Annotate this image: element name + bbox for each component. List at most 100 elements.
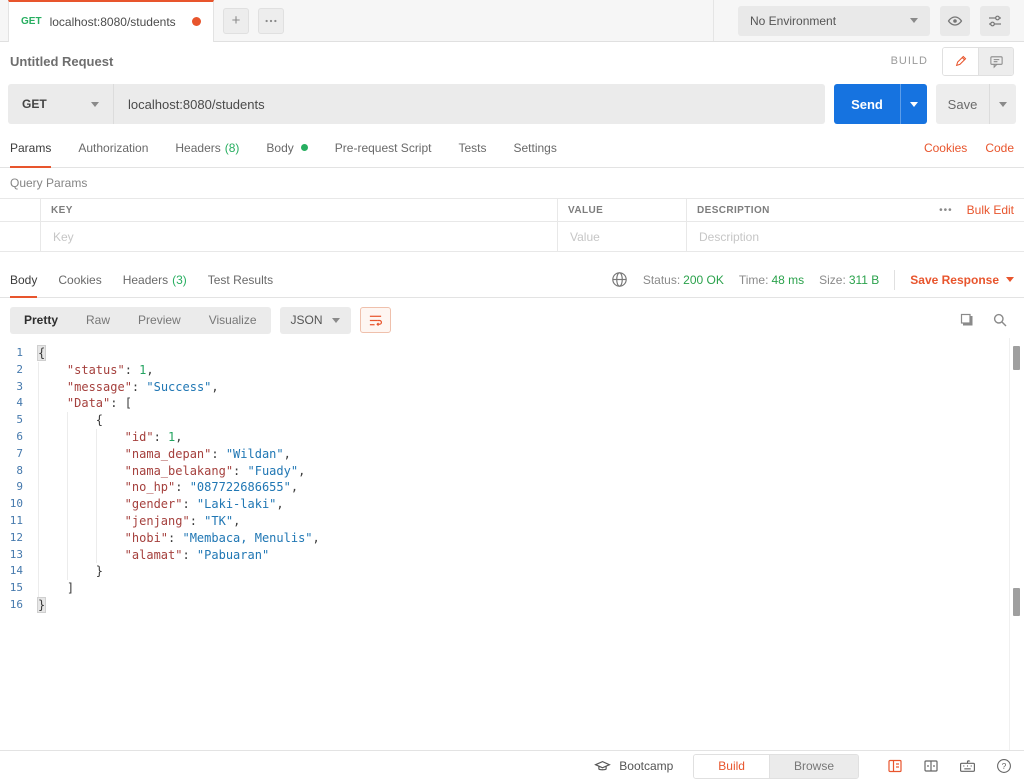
edit-mode-button[interactable]	[943, 48, 978, 75]
tab-settings[interactable]: Settings	[514, 128, 557, 167]
tab-pre-request-script[interactable]: Pre-request Script	[335, 128, 432, 167]
tab-tests[interactable]: Tests	[458, 128, 486, 167]
code-token: "status"	[67, 363, 125, 377]
scrollbar-thumb[interactable]	[1013, 346, 1020, 370]
build-tab[interactable]: Build	[694, 755, 770, 778]
send-options-button[interactable]	[900, 84, 927, 124]
tab-count-badge: (8)	[225, 141, 240, 155]
method-label: GET	[22, 97, 47, 111]
tab-options-button[interactable]	[258, 8, 284, 34]
language-selector[interactable]: JSON	[280, 307, 351, 334]
indent-guide	[67, 496, 96, 513]
indent-guide	[67, 412, 96, 429]
code-line: 8"nama_belakang": "Fuady",	[0, 463, 1024, 480]
params-more-button[interactable]: •••	[939, 205, 953, 216]
save-response-button[interactable]: Save Response	[910, 273, 1014, 287]
method-selector[interactable]: GET	[8, 84, 113, 124]
send-button[interactable]: Send	[834, 84, 900, 124]
indent-guide	[67, 429, 96, 446]
globe-icon[interactable]	[611, 271, 628, 288]
code-token: "jenjang"	[125, 514, 190, 528]
code-token: :	[233, 464, 247, 478]
response-tab-headers[interactable]: Headers(3)	[123, 262, 187, 297]
key-column-header: KEY	[40, 199, 557, 221]
tab-authorization[interactable]: Authorization	[78, 128, 148, 167]
code-line: 13"alamat": "Pabuaran"	[0, 547, 1024, 564]
indent-guide	[67, 513, 96, 530]
request-title[interactable]: Untitled Request	[10, 54, 113, 69]
line-number: 4	[0, 395, 38, 412]
tab-params[interactable]: Params	[10, 128, 51, 167]
param-key-input[interactable]	[51, 229, 547, 245]
environment-quick-look-button[interactable]	[940, 6, 970, 36]
tab-label: Settings	[514, 141, 557, 155]
scrollbar-thumb[interactable]	[1013, 588, 1020, 616]
line-number: 2	[0, 362, 38, 379]
svg-text:?: ?	[1002, 761, 1007, 771]
comment-icon	[989, 54, 1004, 69]
indent-guide	[96, 463, 125, 480]
browse-tab[interactable]: Browse	[770, 755, 858, 778]
code-link[interactable]: Code	[985, 141, 1014, 155]
eye-icon	[947, 13, 963, 29]
new-tab-button[interactable]: +	[223, 8, 249, 34]
size-indicator: Size:311 B	[819, 273, 879, 287]
param-description-input[interactable]	[697, 229, 1014, 245]
code-token: "nama_belakang"	[125, 464, 233, 478]
code-line: 1{	[0, 345, 1024, 362]
search-icon[interactable]	[992, 312, 1008, 328]
line-content: "Data": [	[38, 395, 132, 412]
code-token: "alamat"	[125, 548, 183, 562]
unsaved-changes-dot-icon	[192, 17, 201, 26]
indent-guide	[67, 530, 96, 547]
response-tab-cookies[interactable]: Cookies	[58, 262, 101, 297]
copy-icon[interactable]	[959, 312, 975, 328]
save-button[interactable]: Save	[936, 84, 989, 124]
environment-selector[interactable]: No Environment	[738, 6, 930, 36]
response-viewer-bar: PrettyRawPreviewVisualize JSON	[0, 302, 1024, 338]
viewer-mode-pretty[interactable]: Pretty	[10, 307, 72, 334]
bulk-edit-link[interactable]: Bulk Edit	[967, 203, 1014, 217]
two-pane-layout-button[interactable]	[923, 758, 939, 774]
indent-guide	[38, 513, 67, 530]
code-token: ,	[284, 447, 291, 461]
url-input[interactable]	[113, 84, 825, 124]
viewer-mode-visualize[interactable]: Visualize	[195, 307, 271, 334]
pencil-icon	[954, 54, 968, 68]
keyboard-shortcuts-button[interactable]	[959, 758, 976, 775]
code-token: ,	[313, 531, 320, 545]
tab-title: localhost:8080/students	[50, 15, 184, 29]
help-button[interactable]: ?	[996, 758, 1012, 774]
wrap-text-button[interactable]	[360, 307, 391, 333]
request-tab-active[interactable]: GET localhost:8080/students	[8, 0, 214, 42]
cookies-link[interactable]: Cookies	[924, 141, 967, 155]
chevron-down-icon	[91, 102, 99, 107]
indent-guide	[38, 395, 67, 412]
console-button[interactable]	[887, 758, 903, 774]
tab-headers[interactable]: Headers(8)	[175, 128, 239, 167]
code-line: 12"hobi": "Membaca, Menulis",	[0, 530, 1024, 547]
code-line: 15]	[0, 580, 1024, 597]
tab-body[interactable]: Body	[266, 128, 307, 167]
environment-settings-button[interactable]	[980, 6, 1010, 36]
tab-label: Authorization	[78, 141, 148, 155]
editor-scrollbar[interactable]	[1009, 338, 1024, 750]
param-value-input[interactable]	[568, 229, 676, 245]
response-tab-body[interactable]: Body	[10, 262, 37, 297]
viewer-mode-raw[interactable]: Raw	[72, 307, 124, 334]
indent-guide	[38, 580, 67, 597]
indent-guide	[96, 429, 125, 446]
code-token: ,	[233, 514, 240, 528]
save-options-button[interactable]	[989, 84, 1016, 124]
mode-toggle-group	[942, 47, 1014, 76]
code-token: }	[96, 564, 103, 578]
comments-button[interactable]	[978, 48, 1013, 75]
footer-bar: Bootcamp Build Browse ?	[0, 750, 1024, 781]
bootcamp-button[interactable]: Bootcamp	[594, 758, 673, 775]
indent-guide	[96, 547, 125, 564]
indent-guide	[67, 446, 96, 463]
viewer-mode-preview[interactable]: Preview	[124, 307, 195, 334]
response-body-editor[interactable]: 1{2"status": 1,3"message": "Success",4"D…	[0, 338, 1024, 750]
response-tab-test-results[interactable]: Test Results	[208, 262, 273, 297]
line-number: 7	[0, 446, 38, 463]
